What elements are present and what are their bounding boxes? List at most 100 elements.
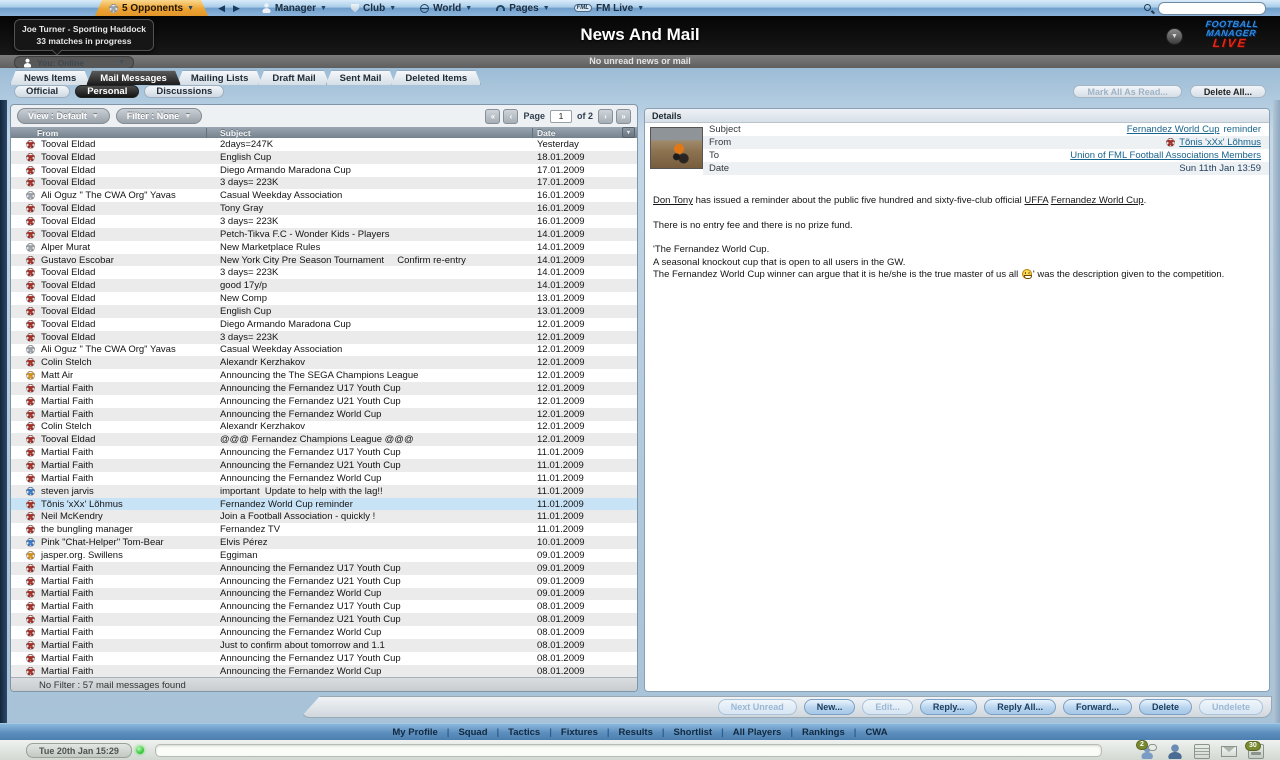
tab-mail-messages[interactable]: Mail Messages	[86, 70, 181, 85]
menu-world[interactable]: World ▼	[408, 0, 484, 16]
mail-row[interactable]: Tooval Eldad 3 days= 223K 12.01.2009	[11, 331, 637, 344]
mail-row[interactable]: Tooval Eldad New Comp 13.01.2009	[11, 292, 637, 305]
delete-all-button[interactable]: Delete All...	[1190, 85, 1266, 98]
bottomnav-item-shortlist[interactable]: Shortlist	[665, 727, 722, 738]
game-date-button[interactable]: Tue 20th Jan 15:29	[26, 743, 132, 758]
mail-row[interactable]: Tooval Eldad 3 days= 223K 16.01.2009	[11, 215, 637, 228]
don-tony-link[interactable]: Don Tony	[653, 195, 693, 206]
manager-status-icon[interactable]	[1167, 744, 1183, 759]
bottomnav-item-my-profile[interactable]: My Profile	[383, 727, 446, 738]
subtab-official[interactable]: Official	[14, 85, 70, 98]
from-link[interactable]: Tõnis 'xXx' Lõhmus	[1179, 137, 1261, 148]
column-header-from[interactable]: From	[11, 128, 207, 138]
mail-row[interactable]: Tooval Eldad English Cup 18.01.2009	[11, 151, 637, 164]
mail-row[interactable]: Martial Faith Announcing the Fernandez U…	[11, 575, 637, 588]
mail-row[interactable]: Martial Faith Announcing the Fernandez W…	[11, 408, 637, 421]
mail-row[interactable]: Gustavo Escobar New York City Pre Season…	[11, 254, 637, 267]
sort-dropdown-icon[interactable]: ▼	[622, 127, 635, 138]
mail-row[interactable]: Martial Faith Announcing the Fernandez U…	[11, 562, 637, 575]
undelete-button[interactable]: Undelete	[1199, 699, 1263, 715]
mail-row[interactable]: Tooval Eldad Diego Armando Maradona Cup …	[11, 318, 637, 331]
mail-row[interactable]: Colin Stelch Alexandr Kerzhakov 12.01.20…	[11, 356, 637, 369]
view-dropdown[interactable]: View : Default ▼	[17, 108, 110, 124]
mail-row[interactable]: Neil McKendry Join a Football Associatio…	[11, 510, 637, 523]
bottomnav-item-fixtures[interactable]: Fixtures	[552, 727, 607, 738]
edit-button[interactable]: Edit...	[862, 699, 913, 715]
mail-envelope-icon[interactable]	[1221, 746, 1237, 757]
subtab-discussions[interactable]: Discussions	[144, 85, 224, 98]
bottomnav-item-rankings[interactable]: Rankings	[793, 727, 854, 738]
next-unread-button[interactable]: Next Unread	[718, 699, 797, 715]
mail-row[interactable]: Martial Faith Announcing the Fernandez U…	[11, 446, 637, 459]
mail-row[interactable]: Pink "Chat-Helper" Tom-Bear Elvis Pérez …	[11, 536, 637, 549]
back-button[interactable]: ◀	[218, 3, 225, 14]
mail-row[interactable]: Tooval Eldad 2days=247K Yesterday	[11, 138, 637, 151]
bottomnav-item-cwa[interactable]: CWA	[856, 727, 896, 738]
mail-row[interactable]: Alper Murat New Marketplace Rules 14.01.…	[11, 241, 637, 254]
bottomnav-item-results[interactable]: Results	[610, 727, 662, 738]
inbox-icon[interactable]: 30	[1248, 744, 1264, 759]
mail-row[interactable]: Ali Oguz " The CWA Org" Yavas Casual Wee…	[11, 189, 637, 202]
mail-row[interactable]: Tooval Eldad English Cup 13.01.2009	[11, 305, 637, 318]
tab-draft-mail[interactable]: Draft Mail	[258, 70, 329, 85]
forward-button[interactable]: Forward...	[1063, 699, 1132, 715]
mail-row[interactable]: Martial Faith Announcing the Fernandez W…	[11, 472, 637, 485]
mail-row[interactable]: Martial Faith Announcing the Fernandez U…	[11, 600, 637, 613]
uffa-link[interactable]: UFFA	[1024, 195, 1048, 206]
menu-pages[interactable]: Pages ▼	[484, 0, 561, 16]
mail-row[interactable]: Tooval Eldad @@@ Fernandez Champions Lea…	[11, 433, 637, 446]
mail-row[interactable]: Tooval Eldad 3 days= 223K 17.01.2009	[11, 177, 637, 190]
mail-row[interactable]: Martial Faith Announcing the Fernandez W…	[11, 626, 637, 639]
column-header-subject[interactable]: Subject	[207, 128, 533, 138]
new-mail-button[interactable]: New...	[804, 699, 856, 715]
mail-row[interactable]: Tooval Eldad 3 days= 223K 14.01.2009	[11, 266, 637, 279]
reply-all-button[interactable]: Reply All...	[984, 699, 1056, 715]
fernandez-world-cup-link[interactable]: Fernandez World Cup	[1051, 195, 1144, 206]
mail-row[interactable]: Martial Faith Announcing the Fernandez U…	[11, 382, 637, 395]
mail-row[interactable]: Ali Oguz " The CWA Org" Yavas Casual Wee…	[11, 344, 637, 357]
subject-link[interactable]: Fernandez World Cup	[1127, 124, 1220, 135]
mail-row[interactable]: Tooval Eldad Petch-Tikva F.C - Wonder Ki…	[11, 228, 637, 241]
mark-all-as-read-button[interactable]: Mark All As Read...	[1073, 85, 1181, 98]
mail-row[interactable]: Matt Air Announcing the The SEGA Champio…	[11, 369, 637, 382]
header-dropdown-button[interactable]: ▼	[1166, 28, 1183, 45]
first-page-button[interactable]: «	[485, 109, 500, 124]
menu-manager[interactable]: Manager ▼	[250, 0, 339, 16]
mail-row[interactable]: Martial Faith Announcing the Fernandez U…	[11, 395, 637, 408]
mail-row[interactable]: Martial Faith Announcing the Fernandez U…	[11, 652, 637, 665]
filter-dropdown[interactable]: Filter : None ▼	[116, 108, 202, 124]
to-link[interactable]: Union of FML Football Associations Membe…	[1070, 150, 1261, 161]
tab-mailing-lists[interactable]: Mailing Lists	[177, 70, 263, 85]
menu-club[interactable]: Club ▼	[339, 0, 408, 16]
mail-row[interactable]: steven jarvis important Update to help w…	[11, 485, 637, 498]
tab-deleted-items[interactable]: Deleted Items	[391, 70, 481, 85]
column-header-date[interactable]: Date ▼	[533, 127, 637, 138]
tab-news-items[interactable]: News Items	[10, 70, 90, 85]
mail-row[interactable]: Colin Stelch Alexandr Kerzhakov 12.01.20…	[11, 421, 637, 434]
notes-icon[interactable]	[1194, 744, 1210, 759]
prev-page-button[interactable]: ‹	[503, 109, 518, 124]
mail-row[interactable]: Martial Faith Announcing the Fernandez W…	[11, 665, 637, 678]
mail-row[interactable]: Tõnis 'xXx' Lõhmus Fernandez World Cup r…	[11, 498, 637, 511]
mail-row[interactable]: Tooval Eldad good 17y/p 14.01.2009	[11, 279, 637, 292]
opponents-tab[interactable]: 5 Opponents ▼	[95, 0, 208, 16]
next-page-button[interactable]: ›	[598, 109, 613, 124]
mail-row[interactable]: Martial Faith Announcing the Fernandez W…	[11, 588, 637, 601]
forward-button[interactable]: ▶	[233, 3, 240, 14]
bottomnav-item-all-players[interactable]: All Players	[724, 727, 791, 738]
search-input[interactable]	[1158, 2, 1266, 15]
mail-row[interactable]: jasper.org. Swillens Eggiman 09.01.2009	[11, 549, 637, 562]
bottomnav-item-tactics[interactable]: Tactics	[499, 727, 549, 738]
mail-row[interactable]: Martial Faith Just to confirm about tomo…	[11, 639, 637, 652]
tab-sent-mail[interactable]: Sent Mail	[326, 70, 396, 85]
delete-button[interactable]: Delete	[1139, 699, 1192, 715]
mail-row[interactable]: Tooval Eldad Diego Armando Maradona Cup …	[11, 164, 637, 177]
mail-row[interactable]: Tooval Eldad Tony Gray 16.01.2009	[11, 202, 637, 215]
reply-button[interactable]: Reply...	[920, 699, 977, 715]
mail-row[interactable]: Martial Faith Announcing the Fernandez U…	[11, 459, 637, 472]
bottomnav-item-squad[interactable]: Squad	[449, 727, 496, 738]
subtab-personal[interactable]: Personal	[75, 85, 139, 98]
mail-row[interactable]: Martial Faith Announcing the Fernandez U…	[11, 613, 637, 626]
menu-fm-live[interactable]: FML FM Live ▼	[562, 0, 657, 16]
chat-icon[interactable]: 2	[1140, 744, 1156, 759]
